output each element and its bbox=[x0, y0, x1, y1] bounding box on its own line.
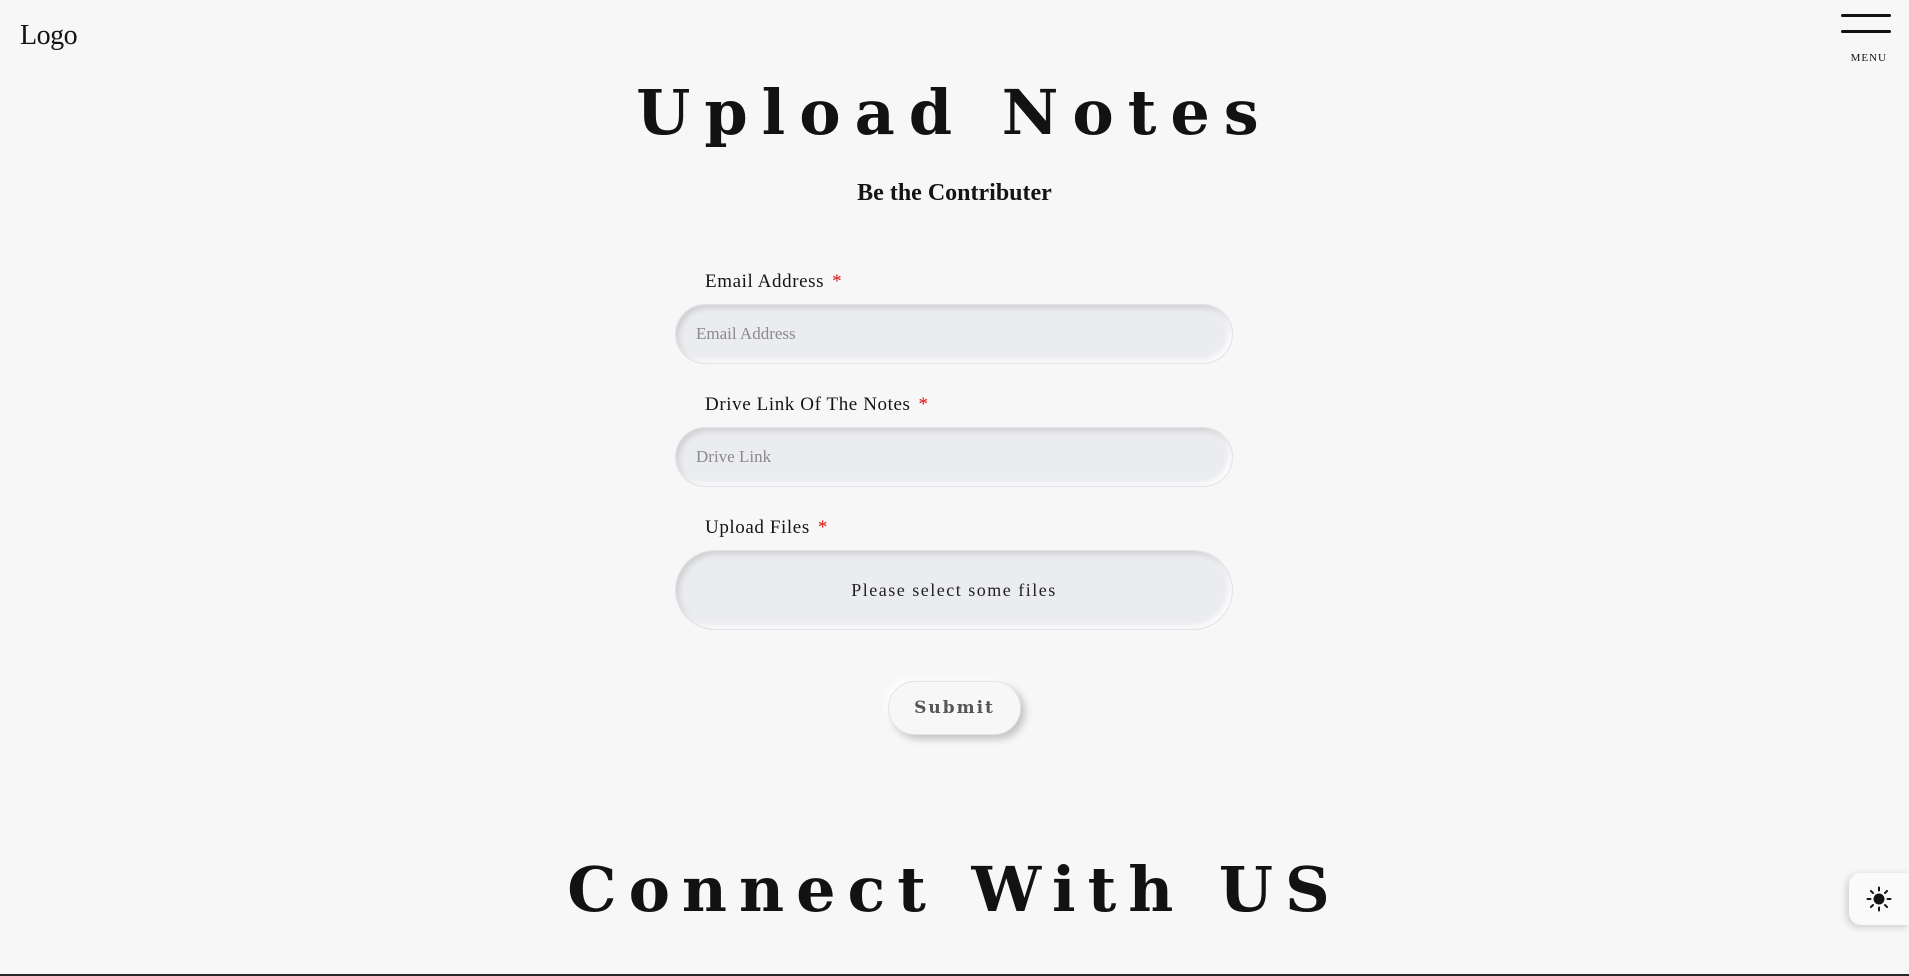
drive-link-field-wrapper bbox=[675, 427, 1233, 487]
sun-icon bbox=[1866, 886, 1892, 912]
page-subtitle: Be the Contributer bbox=[857, 180, 1052, 206]
theme-toggle-button[interactable] bbox=[1849, 873, 1909, 925]
menu-line-icon bbox=[1841, 30, 1891, 33]
file-upload-dropzone[interactable]: Please select some files bbox=[675, 550, 1233, 630]
submit-button[interactable]: Submit bbox=[888, 681, 1021, 735]
required-asterisk: * bbox=[817, 517, 828, 538]
page-title: Upload Notes bbox=[636, 76, 1273, 149]
menu-line-icon bbox=[1841, 14, 1891, 17]
upload-files-label-text: Upload Files bbox=[705, 517, 810, 538]
menu-label: MENU bbox=[1850, 52, 1887, 64]
email-field[interactable] bbox=[676, 305, 1232, 363]
upload-files-label: Upload Files * bbox=[705, 517, 828, 539]
email-label: Email Address * bbox=[705, 271, 842, 293]
email-field-wrapper bbox=[675, 304, 1233, 364]
drive-link-field[interactable] bbox=[676, 428, 1232, 486]
drive-link-label: Drive Link Of The Notes * bbox=[705, 394, 929, 416]
required-asterisk: * bbox=[832, 271, 843, 292]
page: Logo MENU Upload Notes Be the Contribute… bbox=[0, 0, 1909, 976]
email-label-text: Email Address bbox=[705, 271, 825, 292]
connect-heading: Connect With US bbox=[567, 853, 1342, 926]
drive-link-label-text: Drive Link Of The Notes bbox=[705, 394, 911, 415]
required-asterisk: * bbox=[918, 394, 929, 415]
menu-button[interactable]: MENU bbox=[1841, 14, 1891, 64]
logo[interactable]: Logo bbox=[20, 20, 78, 52]
file-upload-prompt: Please select some files bbox=[851, 579, 1057, 600]
